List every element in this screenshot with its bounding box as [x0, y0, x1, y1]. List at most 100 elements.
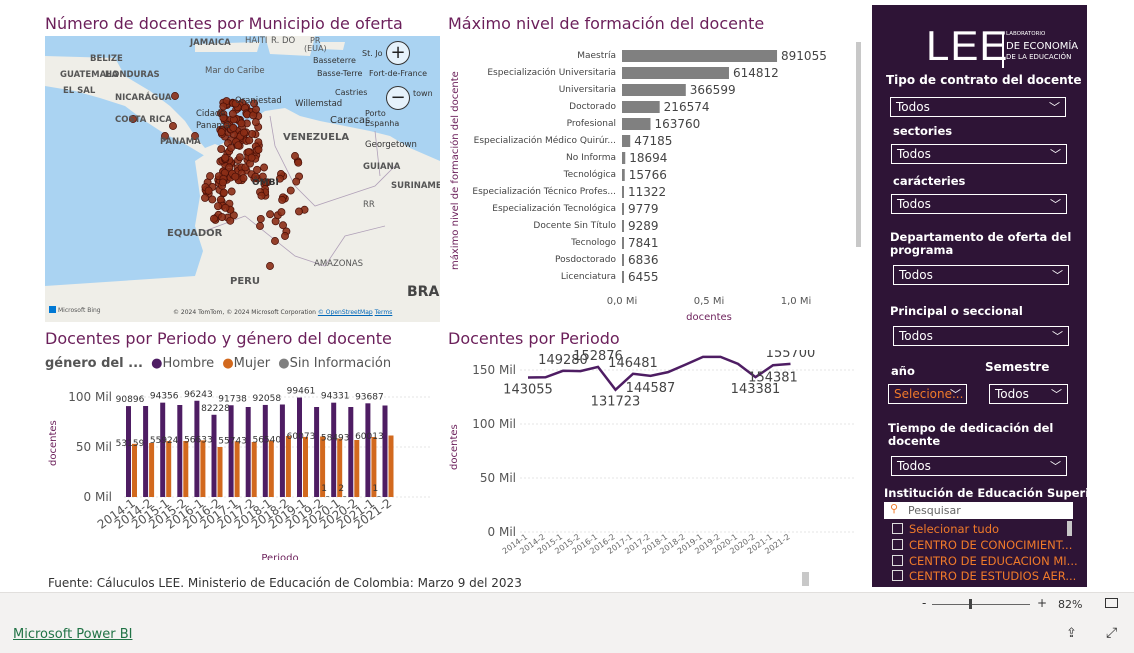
bar-mujer[interactable] [251, 442, 257, 497]
bar-hombre[interactable] [211, 414, 217, 497]
formation-bar[interactable] [622, 118, 651, 130]
bar-mujer[interactable] [200, 440, 206, 497]
formation-bar[interactable] [622, 169, 625, 181]
bar-hombre[interactable] [365, 403, 371, 497]
zoom-slider-handle[interactable] [969, 599, 972, 609]
ano-dropdown[interactable]: Selecione... ﹀ [888, 384, 967, 404]
bar-sin-informacion[interactable] [326, 495, 330, 497]
legend-hombre[interactable]: Hombre [162, 356, 214, 371]
bar-hombre[interactable] [331, 402, 337, 497]
bar-hombre[interactable] [160, 402, 166, 497]
period-chart[interactable]: 150 Mil100 Mil50 Mil0 Mil1430552014-1201… [460, 350, 860, 565]
formation-bar[interactable] [622, 152, 626, 164]
gender-chart[interactable]: 100 Mil50 Mil0 Mil90896531592014-12014-2… [60, 380, 440, 560]
depto-dropdown[interactable]: Todos ﹀ [893, 265, 1069, 285]
municipio-bubble[interactable] [210, 214, 218, 223]
municipio-bubble[interactable] [271, 237, 279, 245]
bar-hombre[interactable] [194, 400, 200, 497]
municipio-bubble[interactable] [247, 153, 256, 162]
bar-hombre[interactable] [177, 405, 183, 497]
legend-mujer[interactable]: Mujer [234, 356, 270, 371]
municipio-bubble[interactable] [239, 174, 248, 183]
formation-bar[interactable] [622, 101, 660, 113]
bar-hombre[interactable] [245, 407, 251, 497]
sectorias-dropdown[interactable]: Todos ﹀ [891, 144, 1067, 164]
bar-mujer[interactable] [234, 441, 240, 497]
municipio-bubble[interactable] [281, 232, 289, 240]
municipio-bubble[interactable] [227, 143, 236, 152]
municipio-bubble[interactable] [240, 128, 248, 137]
share-icon[interactable]: ⇪ [1066, 626, 1077, 641]
bar-mujer[interactable] [388, 435, 394, 498]
inst-option[interactable]: CENTRO DE CONOCIMIENT... [892, 538, 1072, 552]
formation-bar[interactable] [622, 271, 624, 283]
municipio-bubble[interactable] [286, 186, 295, 195]
municipio-bubble[interactable] [201, 193, 209, 202]
zoom-slider-track[interactable] [932, 604, 1030, 605]
municipio-bubble[interactable] [279, 221, 287, 230]
municipio-bubble[interactable] [295, 207, 303, 216]
municipio-bubble[interactable] [217, 145, 226, 153]
bar-hombre[interactable] [279, 404, 285, 498]
bar-mujer[interactable] [285, 436, 291, 497]
municipio-bubble[interactable] [206, 172, 214, 181]
principal-dropdown[interactable]: Todos ﹀ [893, 326, 1069, 346]
zoom-in-button[interactable]: + [386, 41, 410, 65]
municipio-bubble[interactable] [204, 186, 213, 195]
inst-option[interactable]: CENTRO DE ESTUDIOS AER... [892, 569, 1076, 581]
checkbox[interactable] [892, 539, 903, 550]
bar-mujer[interactable] [183, 441, 189, 497]
municipio-bubble[interactable] [171, 92, 179, 100]
municipio-bubble[interactable] [208, 195, 217, 204]
bar-hombre[interactable] [314, 407, 320, 497]
caracteres-dropdown[interactable]: Todos ﹀ [891, 194, 1067, 214]
formation-scrollbar[interactable] [856, 42, 861, 247]
municipio-bubble[interactable] [254, 145, 263, 154]
bar-mujer[interactable] [268, 440, 274, 497]
municipio-bubble[interactable] [218, 213, 227, 222]
bar-mujer[interactable] [217, 447, 223, 497]
bar-mujer[interactable] [303, 436, 308, 497]
tiempo-dropdown[interactable]: Todos ﹀ [891, 456, 1067, 476]
municipio-bubble[interactable] [248, 130, 257, 138]
semestre-dropdown[interactable]: Todos ﹀ [989, 384, 1068, 404]
bar-hombre[interactable] [348, 407, 354, 497]
municipio-bubble[interactable] [221, 153, 230, 162]
formation-bar[interactable] [622, 135, 631, 147]
municipio-bubble[interactable] [266, 210, 275, 219]
municipio-bubble[interactable] [256, 222, 264, 230]
municipio-bubble[interactable] [219, 188, 228, 197]
municipio-bubble[interactable] [278, 196, 287, 204]
bar-hombre[interactable] [143, 406, 149, 497]
bar-hombre[interactable] [297, 397, 302, 497]
municipio-bubble[interactable] [229, 123, 238, 132]
municipio-bubble[interactable] [257, 191, 266, 200]
municipio-bubble[interactable] [226, 216, 235, 225]
period-scrollbar[interactable] [802, 572, 809, 586]
bar-mujer[interactable] [354, 440, 360, 497]
inst-list-scrollbar[interactable] [1067, 521, 1072, 536]
checkbox[interactable] [892, 523, 903, 534]
formation-bar[interactable] [622, 203, 624, 215]
municipio-bubble[interactable] [214, 202, 222, 211]
bar-hombre[interactable] [126, 406, 131, 497]
bar-hombre[interactable] [228, 405, 234, 497]
inst-option[interactable]: CENTRO DE EDUCACION MI... [892, 554, 1078, 568]
bar-hombre[interactable] [262, 404, 268, 497]
municipio-bubble[interactable] [260, 163, 269, 172]
checkbox[interactable] [892, 570, 903, 581]
checkbox[interactable] [892, 555, 903, 566]
formation-bar[interactable] [622, 67, 729, 79]
zoom-out-button[interactable]: − [386, 86, 410, 110]
fit-to-page-icon[interactable] [1105, 598, 1118, 608]
formation-bar[interactable] [622, 237, 624, 249]
municipio-bubble[interactable] [234, 141, 243, 150]
powerbi-link[interactable]: Microsoft Power BI [13, 627, 132, 642]
bar-mujer[interactable] [166, 441, 172, 497]
municipio-bubble[interactable] [292, 177, 301, 186]
terms-link[interactable]: Terms [375, 309, 393, 316]
municipio-bubble[interactable] [235, 153, 244, 162]
municipio-bubble[interactable] [227, 187, 236, 196]
municipio-bubble[interactable] [256, 214, 265, 223]
municipio-bubble[interactable] [251, 118, 260, 127]
